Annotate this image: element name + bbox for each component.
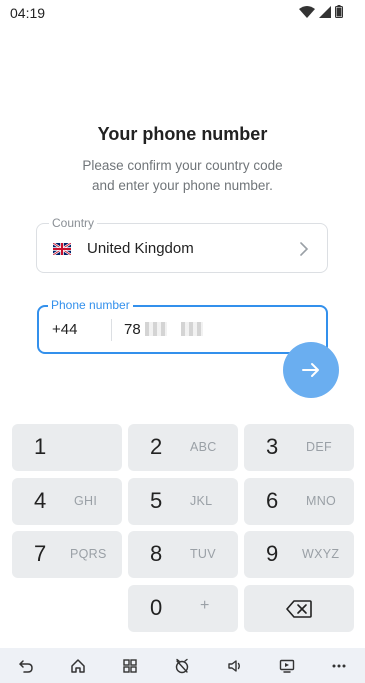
key-2[interactable]: 2 ABC xyxy=(128,424,238,471)
phone-number-text: 78 xyxy=(124,321,141,338)
backspace-key[interactable] xyxy=(244,585,354,632)
country-code-input[interactable]: +44 xyxy=(52,321,77,338)
subtitle-line-2: and enter your phone number. xyxy=(92,178,273,193)
status-bar: 04:19 xyxy=(0,0,365,26)
key-1[interactable]: 1 xyxy=(12,424,122,471)
key-0[interactable]: 0 + xyxy=(128,585,238,632)
next-button[interactable] xyxy=(283,342,339,398)
phone-number-field[interactable]: Phone number +44 78 xyxy=(37,298,328,354)
field-divider xyxy=(111,319,112,341)
more-icon[interactable] xyxy=(328,655,350,677)
wifi-icon xyxy=(299,5,315,18)
key-5[interactable]: 5 JKL xyxy=(128,478,238,525)
numeric-keypad: 1 2 ABC 3 DEF 4 GHI 5 JKL 6 MNO 7 PQRS 8 xyxy=(0,416,365,648)
key-4[interactable]: 4 GHI xyxy=(12,478,122,525)
country-label: Country xyxy=(49,216,98,230)
apps-grid-icon[interactable] xyxy=(119,655,141,677)
uk-flag-icon xyxy=(53,243,71,255)
do-not-disturb-icon[interactable] xyxy=(171,655,193,677)
key-9[interactable]: 9 WXYZ xyxy=(244,531,354,578)
key-7[interactable]: 7 PQRS xyxy=(12,531,122,578)
phone-label: Phone number xyxy=(48,298,133,312)
backspace-icon xyxy=(286,600,312,618)
back-icon[interactable] xyxy=(15,655,37,677)
screen-cast-icon[interactable] xyxy=(276,655,298,677)
volume-icon[interactable] xyxy=(224,655,246,677)
subtitle-line-1: Please confirm your country code xyxy=(82,158,283,173)
redacted-digits xyxy=(180,322,203,336)
key-6[interactable]: 6 MNO xyxy=(244,478,354,525)
key-8[interactable]: 8 TUV xyxy=(128,531,238,578)
page-title: Your phone number xyxy=(97,124,268,144)
country-name: United Kingdom xyxy=(87,240,194,257)
page-subtitle: Please confirm your country code and ent… xyxy=(60,156,305,196)
phone-number-input[interactable]: 78 xyxy=(124,321,203,338)
status-time: 04:19 xyxy=(10,5,46,21)
cellular-signal-icon xyxy=(319,5,331,18)
arrow-right-icon xyxy=(302,363,319,377)
system-nav-bar xyxy=(0,648,365,683)
country-selector[interactable]: Country United Kingdom xyxy=(36,216,328,273)
login-screen: 04:19 Your phone number Please confirm y… xyxy=(0,0,365,683)
chevron-right-icon xyxy=(300,242,309,256)
key-3[interactable]: 3 DEF xyxy=(244,424,354,471)
battery-icon xyxy=(335,5,343,18)
home-icon[interactable] xyxy=(67,655,89,677)
redacted-digits xyxy=(144,322,167,336)
